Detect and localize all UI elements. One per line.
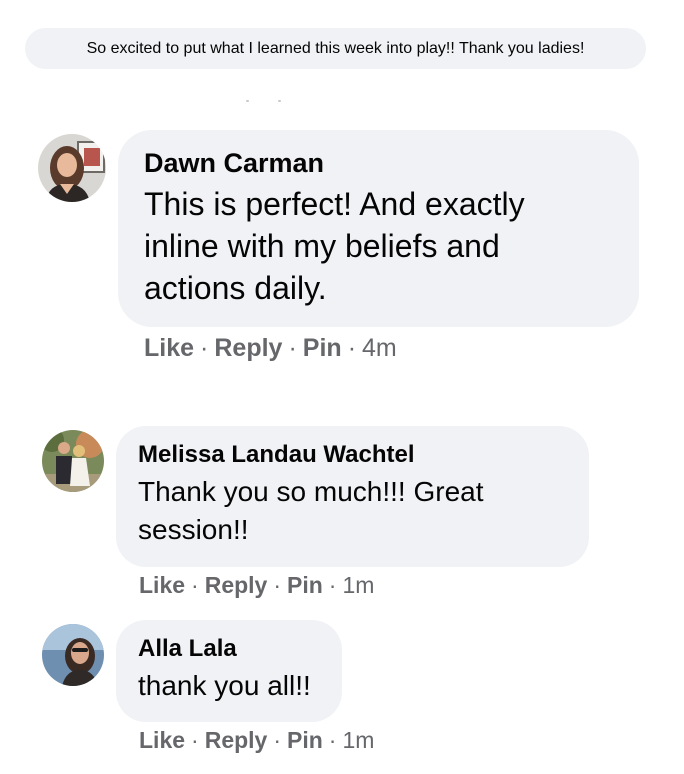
profile-photo-avatar xyxy=(38,134,106,202)
profile-photo-avatar xyxy=(42,624,104,686)
comment-bubble: Dawn Carman This is perfect! And exactly… xyxy=(118,130,639,327)
comment-text-line: This is perfect! And exactly xyxy=(144,186,525,222)
separator: · xyxy=(191,727,199,753)
reply-button[interactable]: Reply xyxy=(214,330,282,366)
comment-timestamp[interactable]: 1m xyxy=(342,723,374,757)
comment-text: Thank you so much!!! Great session!! xyxy=(138,473,567,549)
profile-photo-avatar xyxy=(42,430,104,492)
comment-actions: Like · Reply · Pin · 1m xyxy=(139,568,374,602)
reply-button[interactable]: Reply xyxy=(205,568,268,602)
comment-text-line: Thank you so much!!! Great xyxy=(138,476,484,507)
like-button[interactable]: Like xyxy=(144,330,194,366)
comment-text-line: actions daily. xyxy=(144,270,327,306)
comment-actions: Like · Reply · Pin · 4m xyxy=(144,330,397,366)
like-button[interactable]: Like xyxy=(139,568,185,602)
divider-fragment xyxy=(246,100,282,102)
comment-timestamp[interactable]: 1m xyxy=(342,568,374,602)
comment-text: thank you all!! xyxy=(138,667,320,705)
previous-comment-text: So excited to put what I learned this we… xyxy=(86,39,585,57)
comment-bubble: Alla Lala thank you all!! xyxy=(116,620,342,722)
comment-text-line: session!! xyxy=(138,514,249,545)
avatar[interactable] xyxy=(42,430,104,492)
reply-button[interactable]: Reply xyxy=(205,723,268,757)
separator: · xyxy=(328,572,337,598)
separator: · xyxy=(273,572,282,598)
comment-author[interactable]: Alla Lala xyxy=(138,634,320,664)
separator: · xyxy=(347,334,357,362)
comment-bubble: Melissa Landau Wachtel Thank you so much… xyxy=(116,426,589,567)
pin-button[interactable]: Pin xyxy=(303,330,342,366)
pin-button[interactable]: Pin xyxy=(287,723,323,757)
avatar[interactable] xyxy=(38,134,106,202)
separator: · xyxy=(191,572,199,598)
comment-text: This is perfect! And exactly inline with… xyxy=(144,183,613,309)
comment-text-line: thank you all!! xyxy=(138,670,311,701)
comment-author[interactable]: Dawn Carman xyxy=(144,147,613,179)
pin-button[interactable]: Pin xyxy=(287,568,323,602)
comment-actions: Like · Reply · Pin · 1m xyxy=(139,723,374,757)
separator: · xyxy=(200,334,209,362)
like-button[interactable]: Like xyxy=(139,723,185,757)
separator: · xyxy=(273,727,282,753)
comment-timestamp[interactable]: 4m xyxy=(362,330,397,366)
comment-text-line: inline with my beliefs and xyxy=(144,228,500,264)
separator: · xyxy=(328,727,337,753)
avatar[interactable] xyxy=(42,624,104,686)
previous-comment-bubble: So excited to put what I learned this we… xyxy=(25,28,646,69)
separator: · xyxy=(288,334,297,362)
comment-author[interactable]: Melissa Landau Wachtel xyxy=(138,440,567,470)
